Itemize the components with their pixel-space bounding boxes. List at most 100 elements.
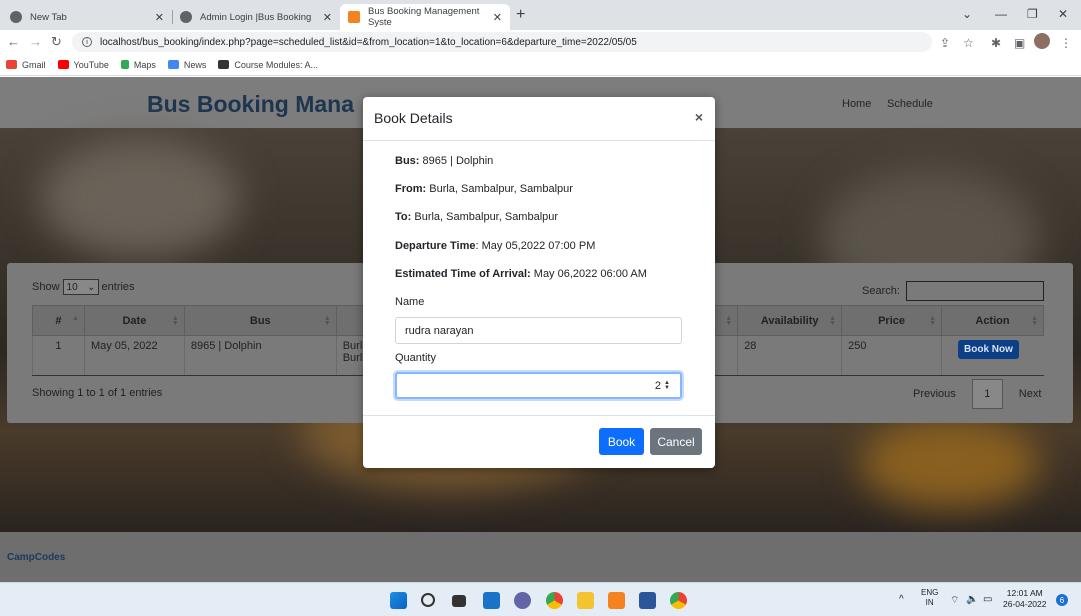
col-date[interactable]: Date ▲ ▼: [83, 305, 185, 336]
tab-label: New Tab: [30, 11, 67, 23]
pagination-page-1[interactable]: 1: [971, 379, 1003, 409]
bookmark-youtube[interactable]: YouTube: [57, 60, 109, 70]
close-icon[interactable]: ✕: [493, 11, 502, 24]
bookmark-label: News: [183, 59, 207, 70]
bookmark-news[interactable]: News: [167, 59, 207, 70]
show-label: Show: [32, 281, 60, 293]
close-icon[interactable]: ✕: [323, 11, 332, 24]
hero-light: [860, 418, 1040, 508]
volume-icon[interactable]: 🔈: [966, 594, 978, 605]
table-search: Search:: [862, 281, 1044, 301]
task-view-icon[interactable]: [452, 595, 466, 607]
name-input[interactable]: rudra narayan: [395, 317, 682, 344]
file-explorer-icon[interactable]: [577, 592, 594, 609]
chevron-down-icon: ⌄: [87, 281, 96, 293]
teams-icon[interactable]: [514, 592, 531, 609]
extensions-icon[interactable]: ✱: [991, 36, 1001, 50]
course-icon: [218, 60, 230, 69]
book-details-modal: Book Details × Bus: 8965 | Dolphin From:…: [363, 97, 715, 468]
url-input[interactable]: i localhost/bus_booking/index.php?page=s…: [72, 32, 932, 52]
forward-icon[interactable]: →: [29, 34, 42, 49]
tab-admin-login[interactable]: Admin Login |Bus Booking ✕: [172, 4, 340, 30]
windows-taskbar: ^ ENG IN ⌔ 🔈 ▭ 12:01 AM 26-04-2022 6: [0, 582, 1081, 616]
bookmark-gmail[interactable]: Gmail: [6, 60, 46, 70]
detail-from: From: Burla, Sambalpur, Sambalpur: [395, 183, 573, 195]
star-icon[interactable]: ☆: [963, 36, 974, 50]
tab-label: Bus Booking Management Syste: [368, 6, 480, 28]
entries-value: 10: [66, 281, 78, 293]
reload-icon[interactable]: ↻: [51, 34, 62, 50]
info-icon[interactable]: i: [82, 37, 92, 47]
notification-badge[interactable]: 6: [1056, 594, 1068, 606]
pagination: Previous 1 Next: [905, 379, 1049, 409]
spinner-icon[interactable]: ▲ ▼: [664, 380, 670, 391]
side-panel-icon[interactable]: ▣: [1014, 36, 1025, 50]
language-indicator[interactable]: ENG IN: [921, 588, 938, 608]
window-close-icon[interactable]: ✕: [1058, 7, 1068, 21]
globe-icon: [180, 11, 192, 23]
bookmark-course-modules[interactable]: Course Modules: A...: [218, 60, 318, 70]
menu-icon[interactable]: ⋮: [1060, 36, 1072, 50]
col-action[interactable]: Action ▲ ▼: [941, 305, 1044, 336]
pagination-previous[interactable]: Previous: [905, 388, 964, 400]
name-label: Name: [395, 296, 425, 308]
detail-label: Bus:: [395, 155, 420, 167]
col-price[interactable]: Price ▲ ▼: [841, 305, 942, 336]
detail-value: Burla, Sambalpur, Sambalpur: [414, 211, 559, 223]
bookmark-maps[interactable]: Maps: [120, 60, 156, 70]
chrome-profile-icon[interactable]: [670, 592, 687, 609]
share-icon[interactable]: ⇪: [940, 36, 950, 50]
detail-label: To:: [395, 211, 412, 223]
search-icon[interactable]: [421, 593, 435, 607]
word-icon[interactable]: [639, 592, 656, 609]
book-button[interactable]: Book: [599, 428, 644, 455]
entries-select[interactable]: 10 ⌄: [62, 279, 99, 295]
quantity-stepper[interactable]: 2 ▲ ▼: [395, 372, 682, 399]
address-bar-row: ← → ↻ i localhost/bus_booking/index.php?…: [0, 30, 1081, 54]
bookmarks-bar: Gmail YouTube Maps News Course Modules: …: [0, 54, 1081, 76]
cell-availability: 28: [737, 335, 842, 376]
close-icon[interactable]: ×: [695, 109, 703, 125]
youtube-icon: [57, 60, 69, 69]
modal-title: Book Details: [374, 110, 453, 126]
tab-bus-booking[interactable]: Bus Booking Management Syste ✕: [340, 4, 510, 30]
cell-bus: 8965 | Dolphin: [183, 335, 337, 376]
quantity-value: 2: [654, 379, 662, 392]
xampp-icon[interactable]: [608, 592, 625, 609]
windows-start-icon[interactable]: [390, 592, 407, 609]
cell-number: 1: [32, 335, 85, 376]
taskbar-clock[interactable]: 12:01 AM 26-04-2022: [1003, 588, 1046, 610]
cancel-button[interactable]: Cancel: [650, 428, 702, 455]
chevron-up-icon[interactable]: ^: [899, 594, 904, 605]
new-tab-icon[interactable]: +: [516, 6, 525, 24]
route-line: Burl: [342, 340, 363, 352]
col-availability[interactable]: Availability ▲ ▼: [737, 305, 843, 336]
chrome-icon[interactable]: [546, 592, 563, 609]
avatar[interactable]: [1034, 33, 1050, 49]
close-icon[interactable]: ✕: [155, 11, 164, 24]
detail-label: From:: [395, 183, 427, 195]
chevron-down-icon[interactable]: ⌄: [962, 7, 972, 21]
nav-home[interactable]: Home: [842, 98, 871, 110]
battery-icon[interactable]: ▭: [983, 594, 992, 605]
pagination-next[interactable]: Next: [1011, 388, 1050, 400]
wifi-icon[interactable]: ⌔: [950, 594, 959, 607]
sort-asc-icon: ▲: [72, 315, 79, 322]
footer-brand[interactable]: CampCodes: [7, 552, 65, 563]
site-brand[interactable]: Bus Booking Mana: [147, 91, 354, 118]
sort-icon: ▲ ▼: [725, 315, 733, 327]
site-footer: CampCodes: [0, 532, 1081, 582]
book-now-button[interactable]: Book Now: [958, 340, 1019, 359]
widgets-icon[interactable]: [483, 592, 500, 609]
news-icon: [167, 60, 179, 69]
lang-code: ENG: [921, 588, 939, 597]
nav-schedule[interactable]: Schedule: [887, 98, 933, 110]
minimize-icon[interactable]: —: [995, 7, 1007, 21]
maximize-icon[interactable]: ❐: [1027, 7, 1038, 21]
tab-new-tab[interactable]: New Tab ✕: [2, 4, 172, 30]
back-icon[interactable]: ←: [7, 34, 20, 49]
search-input[interactable]: [905, 281, 1044, 301]
col-number[interactable]: # ▲: [32, 305, 85, 336]
route-line: Burl: [342, 352, 363, 364]
col-bus[interactable]: Bus ▲ ▼: [183, 305, 337, 336]
